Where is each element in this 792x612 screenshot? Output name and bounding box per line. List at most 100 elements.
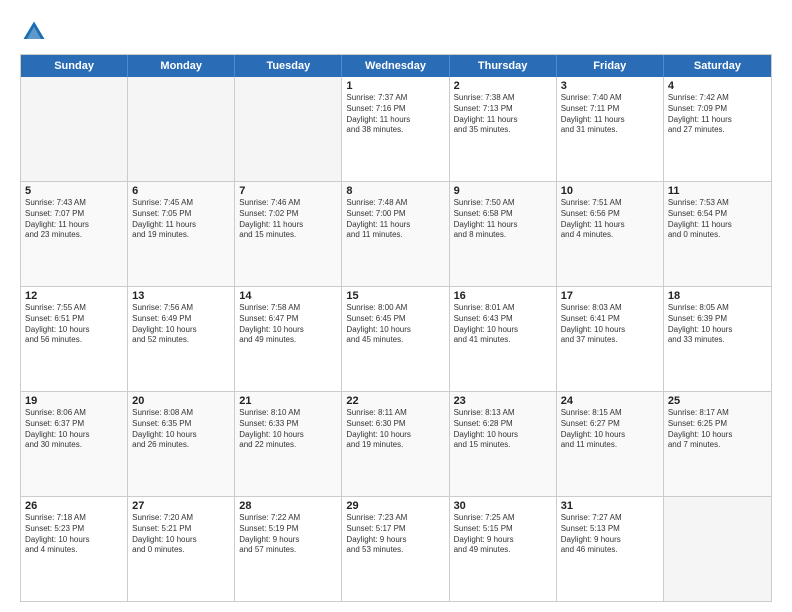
calendar-cell-0-1 [128, 77, 235, 181]
day-number: 8 [346, 185, 444, 197]
day-number: 1 [346, 80, 444, 92]
day-info: Sunrise: 8:13 AM Sunset: 6:28 PM Dayligh… [454, 408, 552, 451]
calendar-cell-3-4: 23Sunrise: 8:13 AM Sunset: 6:28 PM Dayli… [450, 392, 557, 496]
calendar-cell-2-4: 16Sunrise: 8:01 AM Sunset: 6:43 PM Dayli… [450, 287, 557, 391]
day-number: 4 [668, 80, 767, 92]
day-number: 19 [25, 395, 123, 407]
calendar-cell-4-3: 29Sunrise: 7:23 AM Sunset: 5:17 PM Dayli… [342, 497, 449, 601]
header-cell-tuesday: Tuesday [235, 55, 342, 77]
calendar-header: SundayMondayTuesdayWednesdayThursdayFrid… [21, 55, 771, 77]
header-cell-thursday: Thursday [450, 55, 557, 77]
calendar: SundayMondayTuesdayWednesdayThursdayFrid… [20, 54, 772, 602]
calendar-row-1: 5Sunrise: 7:43 AM Sunset: 7:07 PM Daylig… [21, 181, 771, 286]
day-number: 26 [25, 500, 123, 512]
calendar-cell-2-3: 15Sunrise: 8:00 AM Sunset: 6:45 PM Dayli… [342, 287, 449, 391]
day-info: Sunrise: 8:10 AM Sunset: 6:33 PM Dayligh… [239, 408, 337, 451]
day-info: Sunrise: 7:50 AM Sunset: 6:58 PM Dayligh… [454, 198, 552, 241]
day-number: 15 [346, 290, 444, 302]
day-number: 14 [239, 290, 337, 302]
day-info: Sunrise: 7:27 AM Sunset: 5:13 PM Dayligh… [561, 513, 659, 556]
calendar-cell-4-5: 31Sunrise: 7:27 AM Sunset: 5:13 PM Dayli… [557, 497, 664, 601]
calendar-cell-1-2: 7Sunrise: 7:46 AM Sunset: 7:02 PM Daylig… [235, 182, 342, 286]
day-number: 21 [239, 395, 337, 407]
calendar-cell-3-6: 25Sunrise: 8:17 AM Sunset: 6:25 PM Dayli… [664, 392, 771, 496]
day-number: 28 [239, 500, 337, 512]
logo [20, 18, 52, 46]
header-cell-monday: Monday [128, 55, 235, 77]
calendar-cell-3-3: 22Sunrise: 8:11 AM Sunset: 6:30 PM Dayli… [342, 392, 449, 496]
calendar-cell-3-5: 24Sunrise: 8:15 AM Sunset: 6:27 PM Dayli… [557, 392, 664, 496]
calendar-cell-2-5: 17Sunrise: 8:03 AM Sunset: 6:41 PM Dayli… [557, 287, 664, 391]
day-info: Sunrise: 7:25 AM Sunset: 5:15 PM Dayligh… [454, 513, 552, 556]
header-cell-wednesday: Wednesday [342, 55, 449, 77]
calendar-row-0: 1Sunrise: 7:37 AM Sunset: 7:16 PM Daylig… [21, 77, 771, 181]
calendar-cell-2-1: 13Sunrise: 7:56 AM Sunset: 6:49 PM Dayli… [128, 287, 235, 391]
day-info: Sunrise: 7:20 AM Sunset: 5:21 PM Dayligh… [132, 513, 230, 556]
calendar-cell-1-3: 8Sunrise: 7:48 AM Sunset: 7:00 PM Daylig… [342, 182, 449, 286]
day-number: 22 [346, 395, 444, 407]
day-info: Sunrise: 8:05 AM Sunset: 6:39 PM Dayligh… [668, 303, 767, 346]
logo-icon [20, 18, 48, 46]
day-info: Sunrise: 7:38 AM Sunset: 7:13 PM Dayligh… [454, 93, 552, 136]
day-info: Sunrise: 7:40 AM Sunset: 7:11 PM Dayligh… [561, 93, 659, 136]
day-info: Sunrise: 8:03 AM Sunset: 6:41 PM Dayligh… [561, 303, 659, 346]
day-info: Sunrise: 8:06 AM Sunset: 6:37 PM Dayligh… [25, 408, 123, 451]
calendar-cell-0-6: 4Sunrise: 7:42 AM Sunset: 7:09 PM Daylig… [664, 77, 771, 181]
day-info: Sunrise: 7:48 AM Sunset: 7:00 PM Dayligh… [346, 198, 444, 241]
day-number: 12 [25, 290, 123, 302]
day-info: Sunrise: 7:46 AM Sunset: 7:02 PM Dayligh… [239, 198, 337, 241]
calendar-cell-4-1: 27Sunrise: 7:20 AM Sunset: 5:21 PM Dayli… [128, 497, 235, 601]
calendar-cell-4-6 [664, 497, 771, 601]
calendar-cell-0-0 [21, 77, 128, 181]
calendar-cell-4-4: 30Sunrise: 7:25 AM Sunset: 5:15 PM Dayli… [450, 497, 557, 601]
day-info: Sunrise: 7:58 AM Sunset: 6:47 PM Dayligh… [239, 303, 337, 346]
page: SundayMondayTuesdayWednesdayThursdayFrid… [0, 0, 792, 612]
day-info: Sunrise: 8:08 AM Sunset: 6:35 PM Dayligh… [132, 408, 230, 451]
calendar-cell-3-0: 19Sunrise: 8:06 AM Sunset: 6:37 PM Dayli… [21, 392, 128, 496]
day-info: Sunrise: 7:43 AM Sunset: 7:07 PM Dayligh… [25, 198, 123, 241]
day-info: Sunrise: 7:23 AM Sunset: 5:17 PM Dayligh… [346, 513, 444, 556]
calendar-cell-1-0: 5Sunrise: 7:43 AM Sunset: 7:07 PM Daylig… [21, 182, 128, 286]
calendar-cell-2-0: 12Sunrise: 7:55 AM Sunset: 6:51 PM Dayli… [21, 287, 128, 391]
day-number: 5 [25, 185, 123, 197]
calendar-cell-0-3: 1Sunrise: 7:37 AM Sunset: 7:16 PM Daylig… [342, 77, 449, 181]
day-number: 16 [454, 290, 552, 302]
calendar-body: 1Sunrise: 7:37 AM Sunset: 7:16 PM Daylig… [21, 77, 771, 601]
day-info: Sunrise: 7:53 AM Sunset: 6:54 PM Dayligh… [668, 198, 767, 241]
header-cell-sunday: Sunday [21, 55, 128, 77]
day-info: Sunrise: 7:56 AM Sunset: 6:49 PM Dayligh… [132, 303, 230, 346]
calendar-cell-4-0: 26Sunrise: 7:18 AM Sunset: 5:23 PM Dayli… [21, 497, 128, 601]
day-number: 18 [668, 290, 767, 302]
calendar-cell-1-6: 11Sunrise: 7:53 AM Sunset: 6:54 PM Dayli… [664, 182, 771, 286]
day-number: 17 [561, 290, 659, 302]
day-number: 9 [454, 185, 552, 197]
calendar-cell-1-4: 9Sunrise: 7:50 AM Sunset: 6:58 PM Daylig… [450, 182, 557, 286]
header-cell-friday: Friday [557, 55, 664, 77]
day-number: 6 [132, 185, 230, 197]
day-number: 30 [454, 500, 552, 512]
day-number: 24 [561, 395, 659, 407]
calendar-cell-4-2: 28Sunrise: 7:22 AM Sunset: 5:19 PM Dayli… [235, 497, 342, 601]
calendar-cell-1-1: 6Sunrise: 7:45 AM Sunset: 7:05 PM Daylig… [128, 182, 235, 286]
calendar-cell-2-2: 14Sunrise: 7:58 AM Sunset: 6:47 PM Dayli… [235, 287, 342, 391]
day-number: 11 [668, 185, 767, 197]
calendar-row-3: 19Sunrise: 8:06 AM Sunset: 6:37 PM Dayli… [21, 391, 771, 496]
day-number: 7 [239, 185, 337, 197]
header-cell-saturday: Saturday [664, 55, 771, 77]
day-info: Sunrise: 7:51 AM Sunset: 6:56 PM Dayligh… [561, 198, 659, 241]
day-number: 10 [561, 185, 659, 197]
calendar-cell-0-5: 3Sunrise: 7:40 AM Sunset: 7:11 PM Daylig… [557, 77, 664, 181]
day-info: Sunrise: 8:01 AM Sunset: 6:43 PM Dayligh… [454, 303, 552, 346]
day-number: 13 [132, 290, 230, 302]
day-info: Sunrise: 7:55 AM Sunset: 6:51 PM Dayligh… [25, 303, 123, 346]
calendar-row-2: 12Sunrise: 7:55 AM Sunset: 6:51 PM Dayli… [21, 286, 771, 391]
day-number: 27 [132, 500, 230, 512]
calendar-cell-0-2 [235, 77, 342, 181]
day-info: Sunrise: 8:15 AM Sunset: 6:27 PM Dayligh… [561, 408, 659, 451]
day-info: Sunrise: 7:18 AM Sunset: 5:23 PM Dayligh… [25, 513, 123, 556]
calendar-row-4: 26Sunrise: 7:18 AM Sunset: 5:23 PM Dayli… [21, 496, 771, 601]
header [20, 18, 772, 46]
day-info: Sunrise: 7:42 AM Sunset: 7:09 PM Dayligh… [668, 93, 767, 136]
day-info: Sunrise: 7:45 AM Sunset: 7:05 PM Dayligh… [132, 198, 230, 241]
calendar-cell-0-4: 2Sunrise: 7:38 AM Sunset: 7:13 PM Daylig… [450, 77, 557, 181]
